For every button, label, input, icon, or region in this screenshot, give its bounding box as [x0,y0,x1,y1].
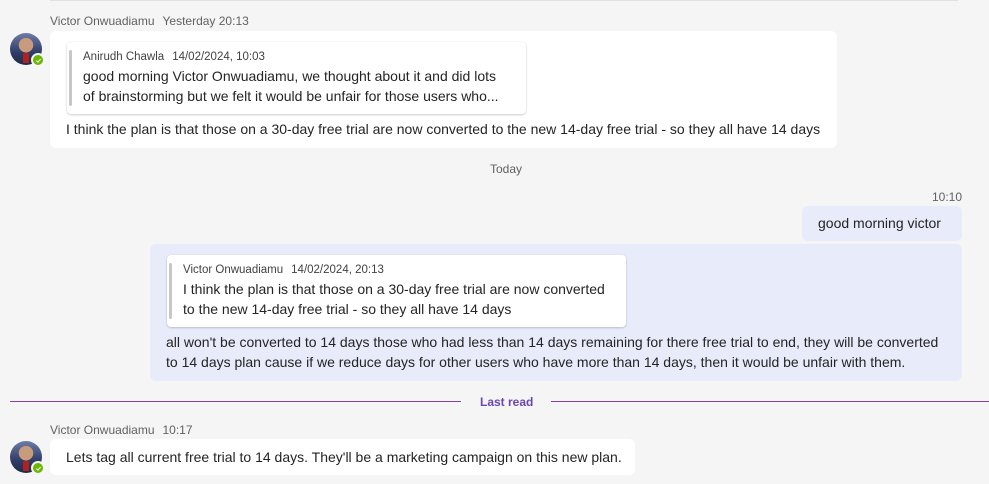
message-line: to 14 days plan cause if we reduce days … [166,354,906,370]
timestamp: 10:17 [162,423,193,437]
message-text: Lets tag all current free trial to 14 da… [66,449,622,465]
message-bubble[interactable]: good morning victor [802,206,962,241]
avatar[interactable] [10,441,45,475]
quote-header: Victor Onwuadiamu 14/02/2024, 20:13 [183,264,384,276]
quote-header: Anirudh Chawla 14/02/2024, 10:03 [83,51,265,63]
quote-line: to the new 14-day free trial - so they a… [183,301,512,317]
quote-text: I think the plan is that those on a 30-d… [183,279,605,319]
quoted-reply[interactable]: Anirudh Chawla 14/02/2024, 10:03 good mor… [67,42,526,114]
quoted-reply[interactable]: Victor Onwuadiamu 14/02/2024, 20:13 I thi… [167,255,626,327]
presence-available-icon [31,53,45,67]
avatar-image [23,461,29,471]
message-bubble[interactable]: Victor Onwuadiamu 14/02/2024, 20:13 I thi… [150,244,962,381]
last-read-divider [10,401,461,402]
message-line: all won't be converted to 14 days those … [166,334,939,350]
quote-line: of brainstorming but we felt it would be… [83,88,499,104]
quote-sender: Victor Onwuadiamu [183,264,284,276]
message-bubble[interactable]: Anirudh Chawla 14/02/2024, 10:03 good mor… [50,31,837,148]
quote-sender: Anirudh Chawla [83,51,165,63]
sender-name[interactable]: Victor Onwuadiamu [50,14,155,28]
avatar-image [23,53,29,63]
message-header: Victor Onwuadiamu Yesterday 20:13 [50,14,249,28]
message-bubble[interactable]: Lets tag all current free trial to 14 da… [50,439,635,475]
previous-message-edge [50,0,958,1]
last-read-label: Last read [480,395,534,409]
quote-time: 14/02/2024, 20:13 [291,264,384,276]
quote-line: good morning Victor Onwuadiamu, we thoug… [83,68,496,84]
timestamp: 10:10 [931,190,962,204]
presence-available-icon [31,461,45,475]
quote-bar [169,263,172,319]
quote-line: I think the plan is that those on a 30-d… [183,281,605,297]
sender-name[interactable]: Victor Onwuadiamu [50,423,155,437]
message-text: I think the plan is that those on a 30-d… [66,121,821,137]
avatar[interactable] [10,33,45,67]
day-separator: Today [490,162,523,176]
message-header: Victor Onwuadiamu 10:17 [50,423,193,437]
message-text: all won't be converted to 14 days those … [166,332,938,372]
quote-text: good morning Victor Onwuadiamu, we thoug… [83,66,499,106]
timestamp: Yesterday 20:13 [162,14,249,28]
quote-bar [69,50,72,106]
message-text: good morning victor [818,215,941,231]
quote-time: 14/02/2024, 10:03 [172,51,265,63]
last-read-divider [551,401,989,402]
